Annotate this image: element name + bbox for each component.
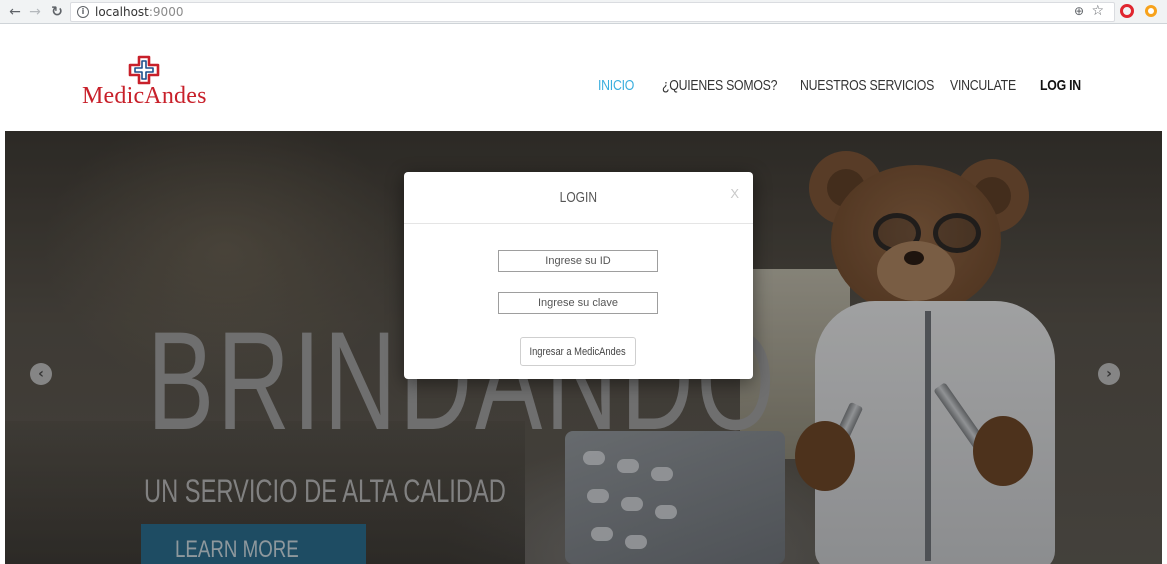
login-submit-button[interactable]: Ingresar a MedicAndes bbox=[520, 337, 636, 366]
extension-icon[interactable] bbox=[1145, 5, 1157, 17]
star-icon[interactable]: ☆ bbox=[1091, 3, 1104, 19]
info-icon[interactable]: i bbox=[77, 6, 89, 18]
main-nav: INICIO ¿QUIENES SOMOS? NUESTROS SERVICIO… bbox=[0, 77, 1167, 101]
browser-toolbar: ← → ↻ i localhost:9000 ⊕ ☆ bbox=[0, 0, 1167, 24]
back-arrow-icon[interactable]: ← bbox=[6, 3, 24, 21]
user-id-input[interactable] bbox=[498, 250, 658, 272]
nav-item-inicio[interactable]: INICIO bbox=[598, 77, 634, 94]
close-icon[interactable]: X bbox=[730, 186, 739, 201]
nav-item-vinculate[interactable]: VINCULATE bbox=[950, 77, 1016, 94]
modal-title-text: LOGIN bbox=[559, 189, 598, 206]
reload-icon[interactable]: ↻ bbox=[48, 3, 66, 21]
site-header: MedicAndes INICIO ¿QUIENES SOMOS? NUESTR… bbox=[0, 25, 1167, 131]
modal-header: LOGIN X bbox=[404, 172, 753, 224]
forward-arrow-icon[interactable]: → bbox=[26, 3, 44, 21]
url-text[interactable]: localhost:9000 bbox=[95, 5, 183, 19]
login-submit-label: Ingresar a MedicAndes bbox=[529, 345, 627, 358]
nav-item-quienes-somos[interactable]: ¿QUIENES SOMOS? bbox=[662, 77, 777, 94]
nav-item-login[interactable]: LOG IN bbox=[1040, 77, 1081, 94]
opera-icon[interactable] bbox=[1120, 4, 1134, 18]
login-modal: LOGIN X Ingresar a MedicAndes bbox=[404, 172, 753, 379]
address-bar[interactable]: i localhost:9000 ⊕ ☆ bbox=[70, 2, 1115, 22]
password-input[interactable] bbox=[498, 292, 658, 314]
zoom-icon[interactable]: ⊕ bbox=[1074, 4, 1084, 18]
modal-title: LOGIN bbox=[404, 189, 753, 206]
url-host: localhost bbox=[95, 5, 149, 19]
url-port: :9000 bbox=[148, 5, 184, 19]
nav-item-nuestros-servicios[interactable]: NUESTROS SERVICIOS bbox=[800, 77, 934, 94]
